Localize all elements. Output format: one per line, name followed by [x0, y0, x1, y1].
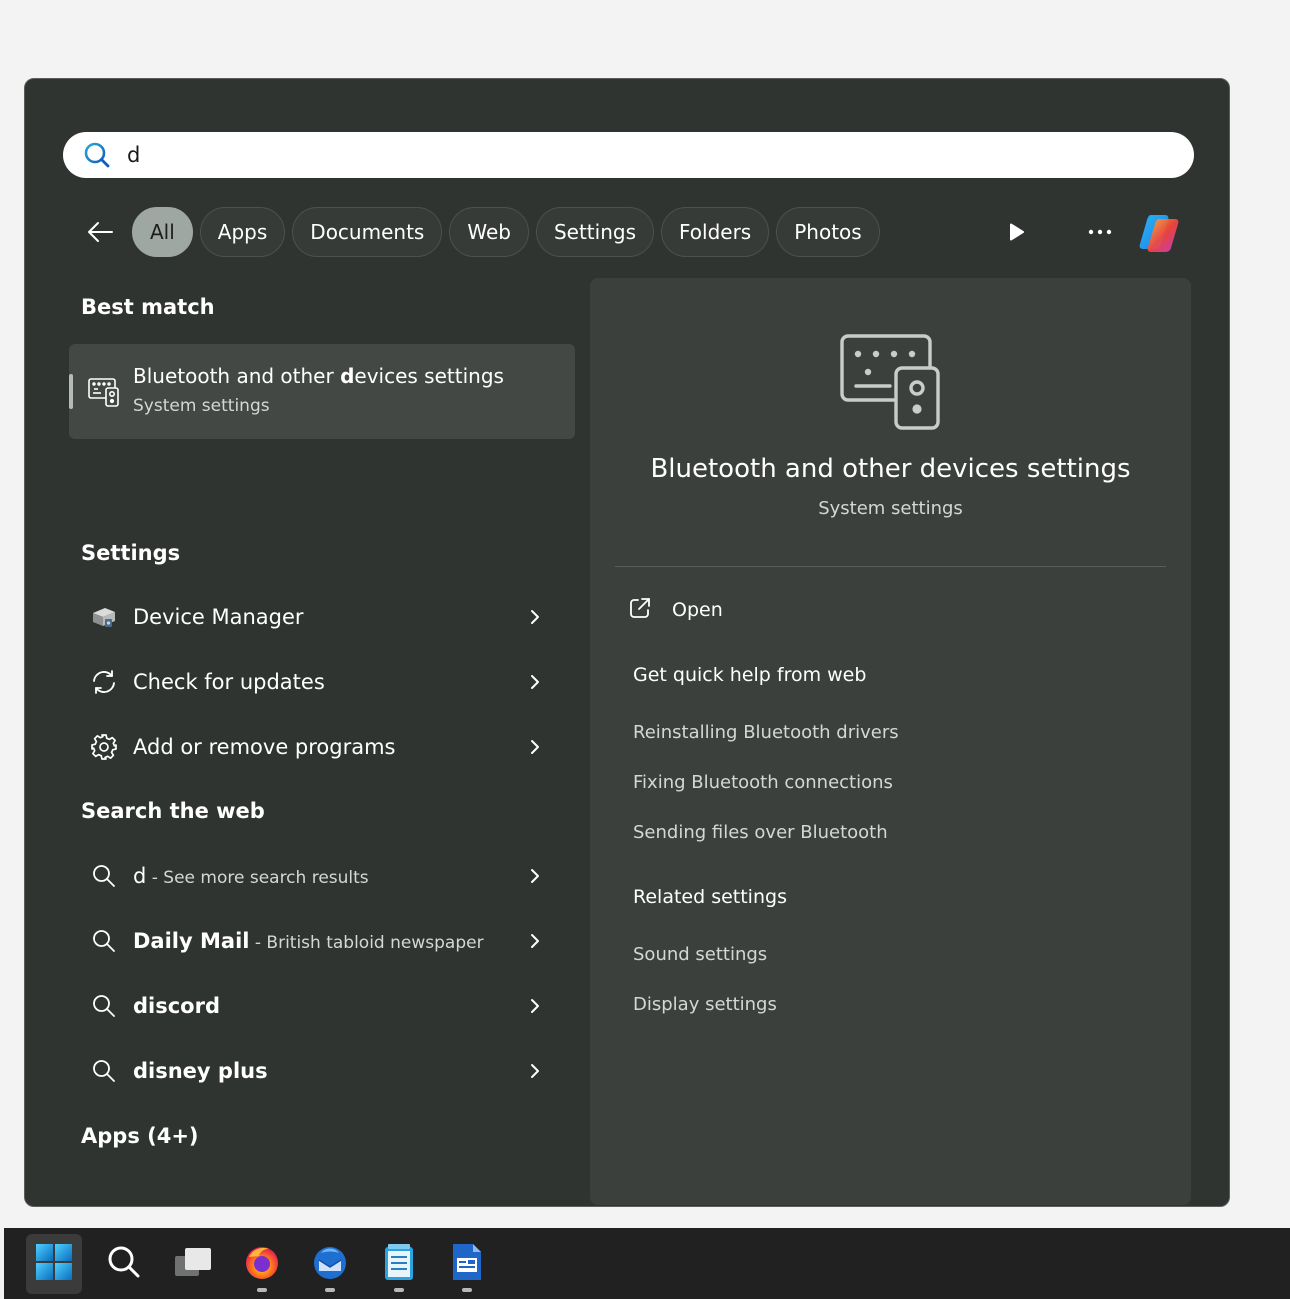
web-result-item[interactable]: d - See more search results: [69, 849, 575, 903]
task-view-icon: [173, 1244, 213, 1284]
chevron-right-icon[interactable]: [525, 737, 545, 757]
more-options-icon[interactable]: [1085, 217, 1115, 247]
device-manager-icon: [87, 600, 121, 634]
taskbar: [4, 1228, 1290, 1299]
selection-indicator: [69, 374, 73, 409]
back-arrow-icon[interactable]: [83, 217, 117, 247]
task-view-button[interactable]: [165, 1234, 221, 1294]
open-external-icon: [628, 596, 652, 624]
related-settings-link[interactable]: Sound settings: [633, 944, 767, 965]
search-icon: [106, 1244, 142, 1284]
search-icon: [83, 140, 113, 170]
filter-chip-settings[interactable]: Settings: [535, 207, 654, 257]
settings-item-add-remove-programs[interactable]: Add or remove programs: [69, 720, 575, 774]
chevron-right-icon[interactable]: [525, 931, 545, 951]
settings-item-check-updates[interactable]: Check for updates: [69, 655, 575, 709]
search-flyout: All Apps Documents Web Settings Folders …: [24, 78, 1230, 1207]
web-result-label: Daily Mail - British tabloid newspaper: [133, 929, 484, 953]
filter-bar: All Apps Documents Web Settings Folders …: [25, 207, 1229, 257]
web-result-item[interactable]: disney plus: [69, 1044, 575, 1098]
sync-icon: [87, 665, 121, 699]
best-match-subtitle: System settings: [133, 396, 270, 416]
firefox-button[interactable]: [234, 1234, 290, 1294]
chevron-right-icon[interactable]: [525, 607, 545, 627]
chevron-right-icon[interactable]: [525, 996, 545, 1016]
notepad-icon: [382, 1242, 416, 1286]
web-result-item[interactable]: discord: [69, 979, 575, 1033]
running-indicator: [325, 1288, 335, 1292]
open-label: Open: [672, 599, 723, 621]
web-result-label: d - See more search results: [133, 864, 369, 888]
related-settings-link[interactable]: Display settings: [633, 994, 777, 1015]
settings-item-label: Device Manager: [133, 605, 304, 629]
filter-chip-all[interactable]: All: [132, 207, 193, 257]
best-match-title: Bluetooth and other devices settings: [133, 364, 504, 388]
apps-heading[interactable]: Apps (4+): [81, 1124, 199, 1148]
filter-chip-documents[interactable]: Documents: [292, 207, 443, 257]
thunderbird-button[interactable]: [302, 1234, 358, 1294]
quick-help-link[interactable]: Reinstalling Bluetooth drivers: [633, 722, 899, 743]
chevron-right-icon[interactable]: [525, 1061, 545, 1081]
preview-subtitle: System settings: [818, 498, 963, 519]
settings-item-device-manager[interactable]: Device Manager: [69, 590, 575, 644]
web-result-label: discord: [133, 994, 220, 1018]
running-indicator: [462, 1288, 472, 1292]
search-icon: [87, 859, 121, 893]
web-result-label: disney plus: [133, 1059, 268, 1083]
start-button[interactable]: [26, 1234, 82, 1294]
gear-icon: [87, 730, 121, 764]
filter-chip-web[interactable]: Web: [449, 207, 529, 257]
settings-item-label: Check for updates: [133, 670, 325, 694]
filter-chip-folders[interactable]: Folders: [660, 207, 770, 257]
search-icon: [87, 989, 121, 1023]
search-icon: [87, 1054, 121, 1088]
copilot-icon[interactable]: [1135, 209, 1185, 257]
quick-help-link[interactable]: Sending files over Bluetooth: [633, 822, 888, 843]
filter-chips: All Apps Documents Web Settings Folders …: [132, 207, 880, 257]
firefox-icon: [243, 1243, 281, 1285]
open-action[interactable]: Open: [628, 596, 723, 624]
taskbar-search-button[interactable]: [96, 1234, 152, 1294]
best-match-item[interactable]: Bluetooth and other devices settings Sys…: [69, 344, 575, 439]
preview-divider: [615, 566, 1166, 567]
running-indicator: [394, 1288, 404, 1292]
running-indicator: [257, 1288, 267, 1292]
chevron-right-icon[interactable]: [525, 866, 545, 886]
bluetooth-devices-icon: [838, 332, 942, 436]
search-icon: [87, 924, 121, 958]
related-settings-heading: Related settings: [633, 886, 787, 908]
filter-chip-apps[interactable]: Apps: [199, 207, 286, 257]
thunderbird-icon: [311, 1243, 349, 1285]
writer-icon: [450, 1242, 484, 1286]
start-icon: [35, 1243, 73, 1285]
filter-chip-photos[interactable]: Photos: [776, 207, 880, 257]
chevron-right-icon[interactable]: [525, 672, 545, 692]
preview-pane: Bluetooth and other devices settings Sys…: [590, 278, 1191, 1205]
writer-button[interactable]: [439, 1234, 495, 1294]
play-icon[interactable]: [1003, 219, 1029, 245]
quick-help-link[interactable]: Fixing Bluetooth connections: [633, 772, 893, 793]
quick-help-heading: Get quick help from web: [633, 664, 867, 686]
bluetooth-devices-icon: [87, 374, 121, 412]
best-match-heading: Best match: [81, 295, 215, 319]
notepad-button[interactable]: [371, 1234, 427, 1294]
preview-title: Bluetooth and other devices settings: [650, 454, 1131, 484]
search-input[interactable]: [127, 143, 1127, 167]
web-result-item[interactable]: Daily Mail - British tabloid newspaper: [69, 914, 575, 968]
settings-heading: Settings: [81, 541, 181, 565]
search-box[interactable]: [63, 132, 1194, 178]
settings-item-label: Add or remove programs: [133, 735, 396, 759]
search-web-heading: Search the web: [81, 799, 265, 823]
